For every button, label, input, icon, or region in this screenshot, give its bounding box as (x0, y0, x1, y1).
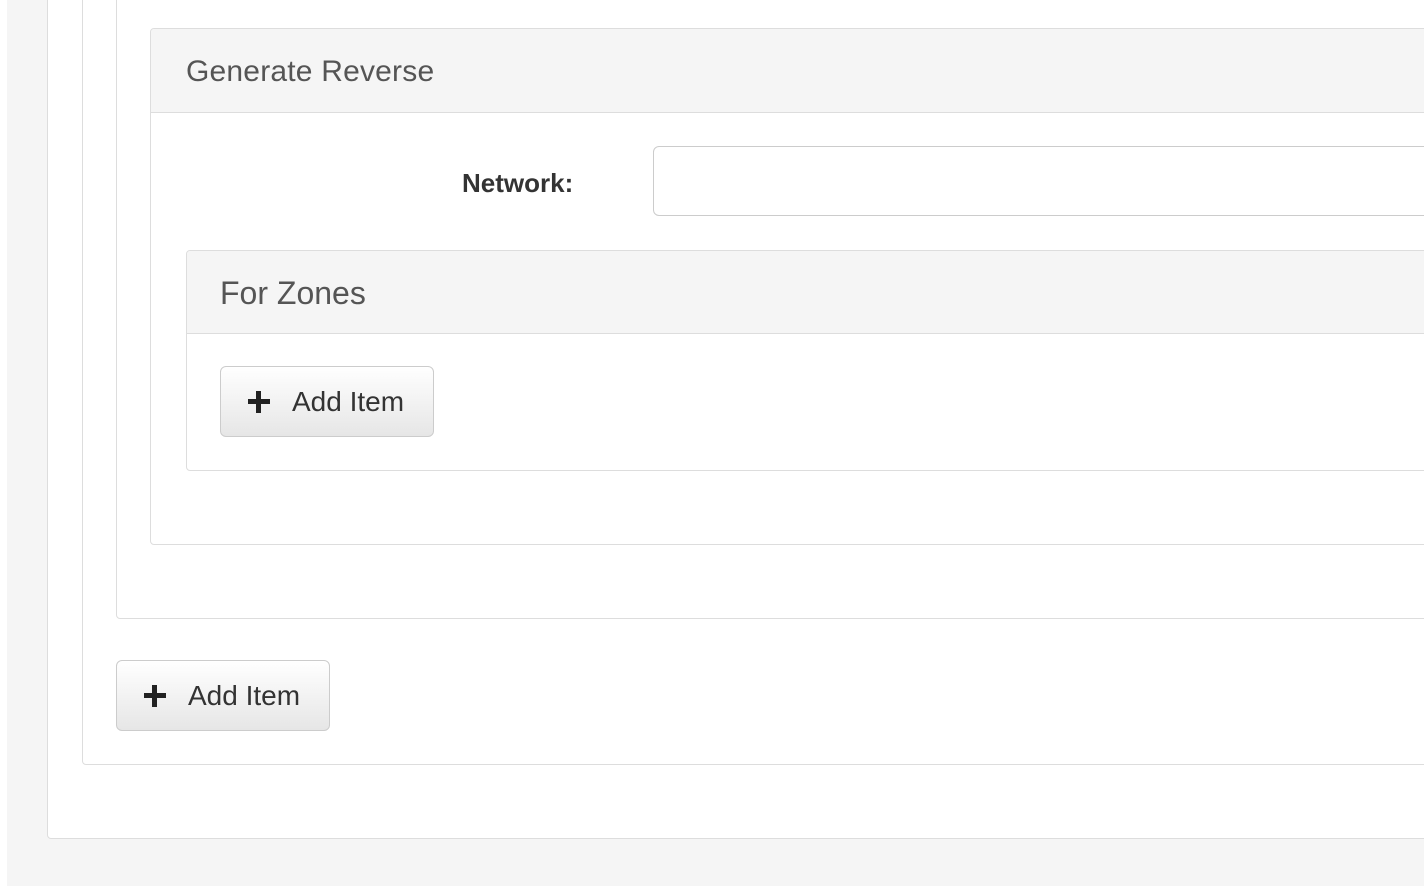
generate-reverse-title: Generate Reverse (186, 55, 435, 88)
network-label: Network: (462, 168, 574, 198)
for-zones-title: For Zones (220, 275, 366, 311)
plus-icon (144, 684, 166, 707)
add-zone-item-label: Add Item (292, 385, 405, 417)
generate-reverse-panel: Generate Reverse Network: For Zones Add … (150, 28, 1424, 545)
for-zones-panel: For Zones Add Item (186, 250, 1424, 471)
network-input[interactable] (653, 146, 1424, 216)
add-item-button[interactable]: Add Item (116, 660, 330, 731)
for-zones-heading: For Zones (187, 251, 1424, 334)
add-item-label: Add Item (188, 679, 301, 711)
generate-reverse-heading: Generate Reverse (151, 29, 1424, 113)
add-zone-item-button[interactable]: Add Item (220, 366, 434, 437)
plus-icon (248, 390, 270, 413)
